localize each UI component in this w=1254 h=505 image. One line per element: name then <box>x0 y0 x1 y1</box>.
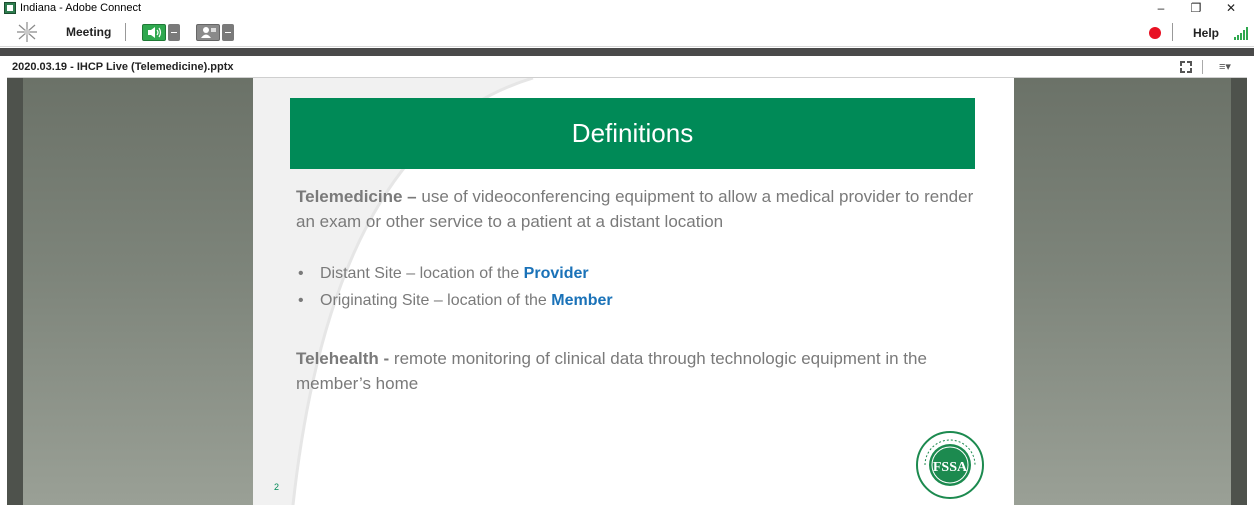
bullet-text: Distant Site – location of the <box>320 265 524 282</box>
telehealth-definition: Telehealth - remote monitoring of clinic… <box>296 346 986 396</box>
pod-header: 2020.03.19 - IHCP Live (Telemedicine).pp… <box>7 56 1247 78</box>
pod-title: 2020.03.19 - IHCP Live (Telemedicine).pp… <box>12 61 234 73</box>
fullscreen-icon[interactable] <box>1179 60 1193 74</box>
stage-right-border <box>1231 78 1247 505</box>
speaker-button[interactable] <box>142 24 166 41</box>
help-menu[interactable]: Help <box>1193 26 1219 40</box>
bullet-icon: • <box>298 265 304 282</box>
webcam-button[interactable] <box>196 24 220 41</box>
presentation-slide: Definitions Telemedicine – use of videoc… <box>253 78 1014 505</box>
bullet-icon: • <box>298 292 304 309</box>
window-title: Indiana - Adobe Connect <box>20 2 142 14</box>
minimize-button[interactable]: – <box>1146 0 1176 17</box>
adobe-connect-app-icon <box>4 2 16 14</box>
share-pod: 2020.03.19 - IHCP Live (Telemedicine).pp… <box>7 56 1247 505</box>
bullet-text: Originating Site – location of the <box>320 292 552 309</box>
restore-button[interactable]: ❐ <box>1181 0 1211 17</box>
slide-page-number: 2 <box>274 482 280 492</box>
connection-signal-icon <box>1234 27 1248 40</box>
webcam-dropdown-button[interactable] <box>222 24 234 41</box>
record-indicator-icon[interactable] <box>1149 27 1161 39</box>
pod-options-menu-icon[interactable]: ≡▾ <box>1219 60 1231 73</box>
slide-title-banner: Definitions <box>290 98 975 169</box>
toolbar-shadow-bar <box>0 48 1254 56</box>
telemedicine-definition: Telemedicine – use of videoconferencing … <box>296 184 986 234</box>
webcam-icon <box>201 27 216 38</box>
adobe-connect-logo-icon <box>17 22 37 42</box>
telehealth-term: Telehealth - <box>296 349 390 368</box>
stage-left-border <box>7 78 23 505</box>
bullet-emphasis: Provider <box>523 265 589 282</box>
slide-title: Definitions <box>571 118 694 148</box>
list-item: • Originating Site – location of the Memb… <box>298 287 613 314</box>
site-bullet-list: • Distant Site – location of the Provider… <box>298 260 613 314</box>
meeting-menu[interactable]: Meeting <box>66 25 111 39</box>
toolbar-divider <box>125 23 126 41</box>
telehealth-text: remote monitoring of clinical data throu… <box>296 349 927 393</box>
window-titlebar: Indiana - Adobe Connect – ❐ ✕ <box>0 0 1254 17</box>
toolbar-divider-right <box>1172 23 1173 41</box>
close-button[interactable]: ✕ <box>1216 0 1246 17</box>
pod-header-divider <box>1202 60 1203 74</box>
svg-text:FSSA: FSSA <box>933 460 968 475</box>
fssa-seal-logo-icon: FSSA <box>916 431 984 499</box>
meeting-toolbar: Meeting Help <box>0 17 1254 47</box>
speaker-icon <box>148 27 162 38</box>
telemedicine-term: Telemedicine – <box>296 187 417 206</box>
bullet-emphasis: Member <box>551 292 613 309</box>
list-item: • Distant Site – location of the Provider <box>298 260 613 287</box>
speaker-dropdown-button[interactable] <box>168 24 180 41</box>
